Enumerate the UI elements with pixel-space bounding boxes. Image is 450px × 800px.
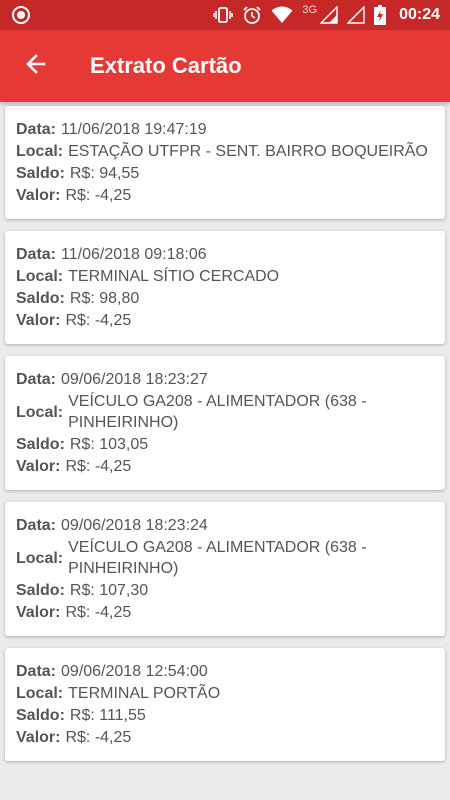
valor-label: Valor: — [16, 729, 61, 746]
transaction-location: TERMINAL PORTÃO — [68, 685, 221, 702]
transaction-location: VEÍCULO GA208 - ALIMENTADOR (638 - PINHE… — [68, 539, 367, 577]
local-label: Local: — [16, 268, 64, 285]
transaction-balance: R$: 107,30 — [69, 582, 149, 599]
transaction-balance: R$: 98,80 — [69, 290, 140, 307]
valor-label: Valor: — [16, 604, 61, 621]
transaction-card[interactable]: Data: 11/06/2018 19:47:19 Local: ESTAÇÃO U… — [5, 106, 445, 219]
local-label: Local: — [16, 685, 64, 702]
data-label: Data: — [16, 517, 57, 534]
page-title: Extrato Cartão — [90, 53, 242, 78]
data-label: Data: — [16, 121, 57, 138]
app-bar: Extrato Cartão — [0, 30, 450, 102]
alarm-icon — [242, 5, 262, 25]
saldo-label: Saldo: — [16, 707, 65, 724]
data-label: Data: — [16, 663, 57, 680]
status-clock: 00:24 — [399, 6, 440, 23]
transaction-date: 11/06/2018 19:47:19 — [61, 121, 207, 138]
transaction-location: TERMINAL SÍTIO CERCADO — [68, 268, 280, 285]
valor-label: Valor: — [16, 458, 61, 475]
transaction-amount: R$: -4,25 — [65, 604, 132, 621]
wifi-icon — [271, 6, 293, 24]
data-label: Data: — [16, 371, 57, 388]
arrow-back-icon — [24, 52, 48, 81]
transaction-list[interactable]: Data: 11/06/2018 19:47:19 Local: ESTAÇÃO U… — [0, 102, 450, 800]
transaction-amount: R$: -4,25 — [65, 729, 132, 746]
vibrate-icon — [213, 6, 234, 24]
battery-charging-icon — [374, 5, 387, 25]
transaction-balance: R$: 111,55 — [69, 707, 146, 724]
transaction-card[interactable]: Data: 09/06/2018 18:23:27 Local: VEÍCULO G… — [5, 356, 445, 490]
signal-icon — [347, 6, 365, 24]
app-notification-icon — [12, 6, 30, 24]
transaction-card[interactable]: Data: 09/06/2018 18:23:24 Local: VEÍCULO G… — [5, 502, 445, 636]
transaction-location: VEÍCULO GA208 - ALIMENTADOR (638 - PINHE… — [68, 393, 367, 431]
network-type-label: 3G — [302, 4, 318, 16]
transaction-amount: R$: -4,25 — [65, 187, 132, 204]
saldo-label: Saldo: — [16, 165, 65, 182]
data-label: Data: — [16, 246, 57, 263]
transaction-location: ESTAÇÃO UTFPR - SENT. BAIRRO BOQUEIRÃO — [68, 143, 428, 160]
transaction-amount: R$: -4,25 — [65, 458, 132, 475]
status-bar: 3G 00:24 — [0, 0, 450, 30]
saldo-label: Saldo: — [16, 582, 65, 599]
transaction-date: 09/06/2018 18:23:24 — [61, 517, 208, 534]
saldo-label: Saldo: — [16, 290, 65, 307]
back-button[interactable] — [0, 30, 72, 102]
transaction-balance: R$: 94,55 — [69, 165, 140, 182]
transaction-date: 09/06/2018 18:23:27 — [61, 371, 208, 388]
transaction-amount: R$: -4,25 — [65, 312, 132, 329]
valor-label: Valor: — [16, 312, 61, 329]
transaction-date: 11/06/2018 09:18:06 — [61, 246, 207, 263]
local-label: Local: — [16, 143, 64, 160]
transaction-card[interactable]: Data: 11/06/2018 09:18:06 Local: TERMINAL … — [5, 231, 445, 344]
transaction-date: 09/06/2018 12:54:00 — [61, 663, 208, 680]
local-label: Local: — [16, 549, 64, 567]
local-label: Local: — [16, 403, 64, 421]
saldo-label: Saldo: — [16, 436, 65, 453]
transaction-card[interactable]: Data: 09/06/2018 12:54:00 Local: TERMINAL … — [5, 648, 445, 761]
valor-label: Valor: — [16, 187, 61, 204]
signal-icon — [320, 6, 338, 24]
transaction-balance: R$: 103,05 — [69, 436, 149, 453]
